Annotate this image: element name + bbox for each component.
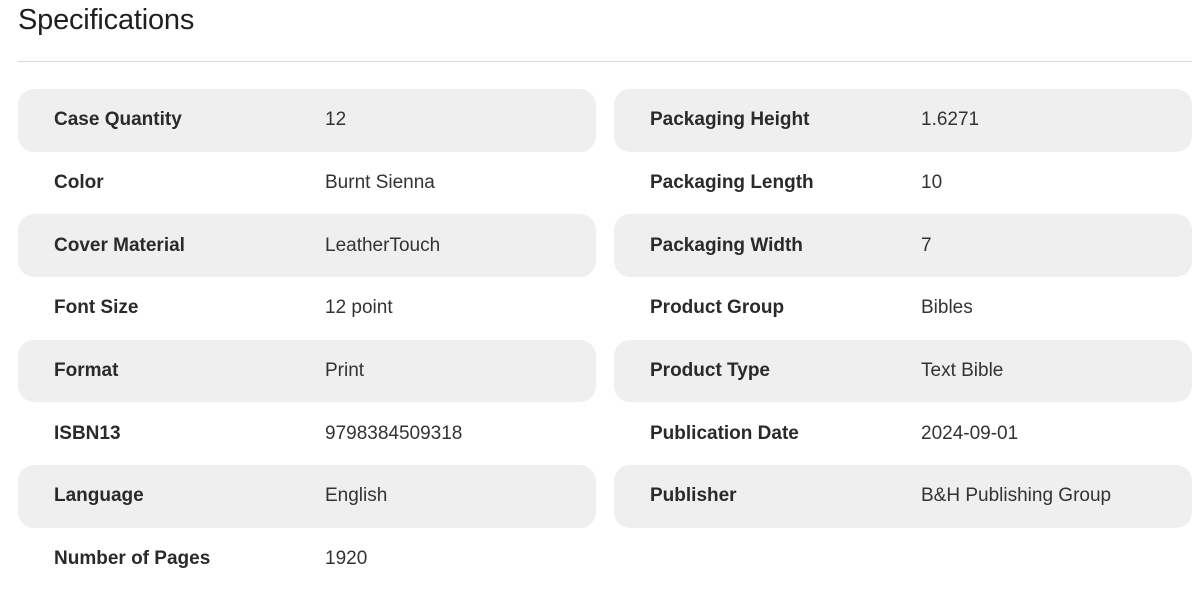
spec-row-publisher: Publisher B&H Publishing Group (614, 465, 1192, 528)
spec-value: 10 (921, 172, 943, 194)
spec-label: ISBN13 (54, 422, 121, 444)
spec-value: 12 point (325, 297, 393, 319)
spec-value: 2024-09-01 (921, 422, 1019, 444)
spec-value: English (325, 485, 388, 507)
spec-row-cover-material: Cover Material LeatherTouch (18, 214, 596, 278)
spec-row-isbn13: ISBN13 9798384509318 (18, 402, 596, 465)
spec-value: Burnt Sienna (325, 172, 435, 194)
spec-row-case-quantity: Case Quantity 12 (18, 89, 596, 152)
spec-value: 1.6271 (921, 109, 980, 131)
spec-label: Publisher (650, 485, 737, 507)
spec-value: B&H Publishing Group (921, 485, 1112, 507)
spec-row-number-of-pages: Number of Pages 1920 (18, 528, 596, 591)
spec-label: Color (54, 172, 104, 194)
specs-right-column: Packaging Height 1.6271 Packaging Length… (614, 89, 1192, 528)
spec-value: 9798384509318 (325, 422, 463, 444)
spec-row-packaging-width: Packaging Width 7 (614, 214, 1192, 278)
spec-value: 1920 (325, 548, 368, 570)
spec-label: Language (54, 485, 144, 507)
spec-row-product-group: Product Group Bibles (614, 277, 1192, 340)
specs-left-column: Case Quantity 12 Color Burnt Sienna Cove… (18, 89, 596, 591)
spec-value: LeatherTouch (325, 234, 441, 256)
spec-row-font-size: Font Size 12 point (18, 277, 596, 340)
spec-row-product-type: Product Type Text Bible (614, 339, 1192, 403)
spec-value: Print (325, 360, 365, 382)
spec-row-packaging-height: Packaging Height 1.6271 (614, 89, 1192, 152)
spec-label: Number of Pages (54, 548, 211, 570)
spec-row-packaging-length: Packaging Length 10 (614, 152, 1192, 215)
spec-label: Publication Date (650, 422, 799, 444)
spec-row-color: Color Burnt Sienna (18, 152, 596, 215)
spec-value: Text Bible (921, 360, 1004, 382)
spec-row-publication-date: Publication Date 2024-09-01 (614, 402, 1192, 465)
page-title: Specifications (18, 4, 195, 36)
spec-value: 7 (921, 234, 932, 256)
spec-label: Packaging Width (650, 234, 803, 256)
spec-label: Product Group (650, 297, 785, 319)
spec-row-format: Format Print (18, 339, 596, 403)
spec-value: 12 (325, 109, 347, 131)
spec-label: Format (54, 360, 119, 382)
spec-row-language: Language English (18, 465, 596, 528)
spec-label: Font Size (54, 297, 139, 319)
title-divider (18, 61, 1192, 62)
spec-value: Bibles (921, 297, 973, 319)
spec-label: Cover Material (54, 234, 185, 256)
spec-label: Packaging Height (650, 109, 810, 131)
spec-label: Product Type (650, 360, 770, 382)
spec-label: Packaging Length (650, 172, 814, 194)
spec-label: Case Quantity (54, 109, 182, 131)
